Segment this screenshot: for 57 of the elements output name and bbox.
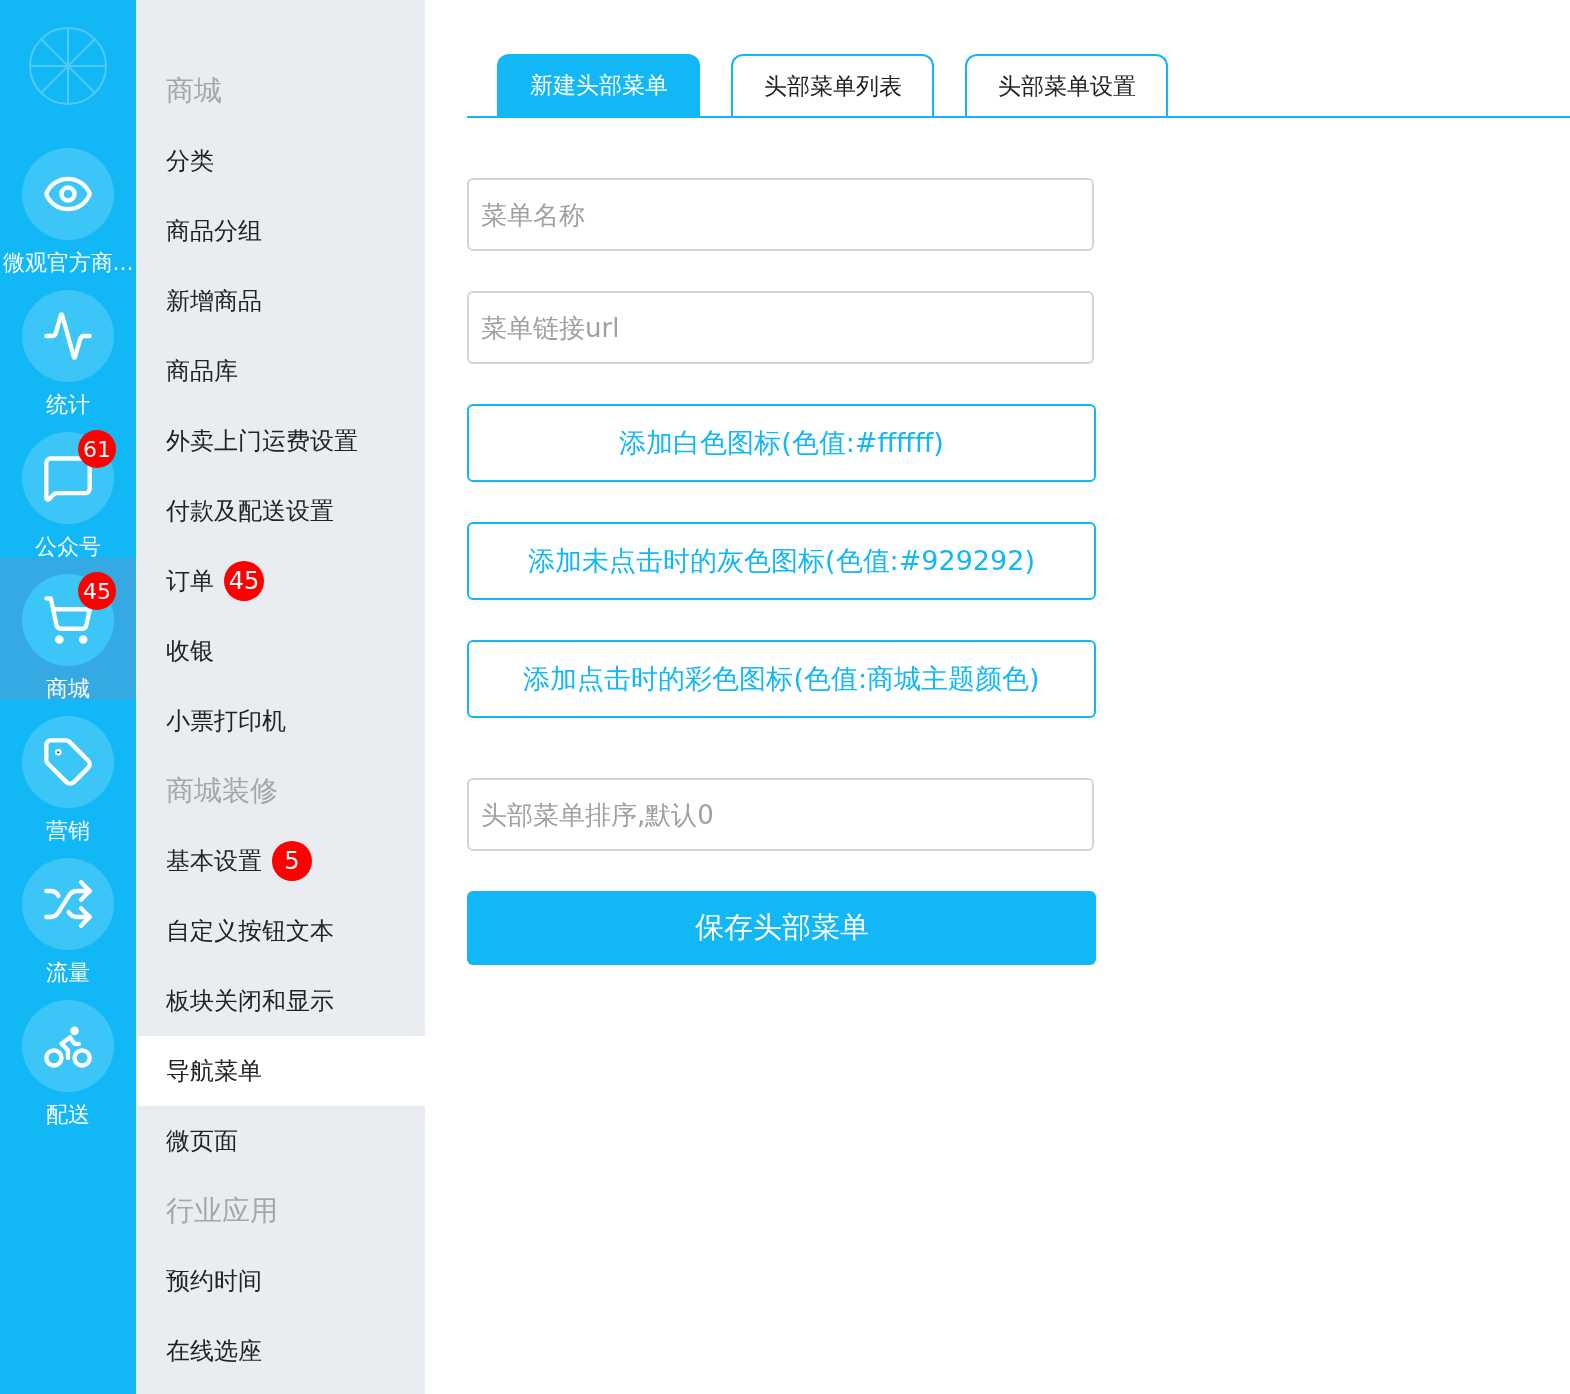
pulse-icon: [42, 310, 94, 362]
shuffle-icon: [42, 878, 94, 930]
menu-item[interactable]: 收银: [136, 616, 425, 686]
menu-item[interactable]: 付款及配送设置: [136, 476, 425, 546]
menu-item[interactable]: 商品库: [136, 336, 425, 406]
rail-item[interactable]: 45 商城: [0, 558, 136, 700]
tag-icon: [42, 736, 94, 788]
menu-item[interactable]: 小票打印机: [136, 686, 425, 756]
wheel-logo-icon: [28, 26, 108, 106]
section-heading: 行业应用: [166, 1193, 278, 1229]
menu-item[interactable]: 外卖上门运费设置: [136, 406, 425, 476]
tab[interactable]: 头部菜单设置: [965, 54, 1168, 116]
rail-item[interactable]: 61 公众号: [0, 416, 136, 558]
text-input-field[interactable]: 菜单名称: [467, 178, 1094, 251]
rail-label: 统计: [46, 394, 90, 416]
section-heading: 商城: [166, 73, 222, 109]
menu-item[interactable]: 自定义按钮文本: [136, 896, 425, 966]
count-badge: 5: [272, 841, 312, 881]
menu-item-label: 收银: [166, 636, 214, 667]
menu-item-label: 分类: [166, 146, 214, 177]
rail-label: 营销: [46, 820, 90, 842]
menu-item-label: 付款及配送设置: [166, 496, 334, 527]
text-input-field[interactable]: 菜单链接url: [467, 291, 1094, 364]
menu-item[interactable]: 新增商品: [136, 266, 425, 336]
rail-label: 流量: [46, 962, 90, 984]
rail-label: 配送: [46, 1104, 90, 1126]
tab[interactable]: 头部菜单列表: [731, 54, 934, 116]
menu-item[interactable]: 分类: [136, 126, 425, 196]
menu-item-label: 小票打印机: [166, 706, 286, 737]
menu-item-label: 订单: [166, 566, 214, 597]
text-input-field[interactable]: 头部菜单排序,默认0: [467, 778, 1094, 851]
menu-item-label: 商品库: [166, 356, 238, 387]
menu-item[interactable]: 微页面: [136, 1106, 425, 1176]
rail-label: 微观官方商...: [2, 252, 134, 274]
menu-item[interactable]: 订单 45: [136, 546, 425, 616]
section-heading: 商城装修: [166, 773, 278, 809]
rail-label: 公众号: [35, 536, 101, 558]
menu-item-label: 导航菜单: [166, 1056, 262, 1087]
menu-item[interactable]: 基本设置 5: [136, 826, 425, 896]
menu-item[interactable]: 在线选座: [136, 1316, 425, 1386]
menu-item-label: 板块关闭和显示: [166, 986, 334, 1017]
count-badge: 61: [78, 430, 116, 468]
menu-item-label: 商品分组: [166, 216, 262, 247]
menu-item[interactable]: 导航菜单: [136, 1036, 425, 1106]
menu-item-label: 预约时间: [166, 1266, 262, 1297]
menu-item[interactable]: 预约时间: [136, 1246, 425, 1316]
menu-item-label: 在线选座: [166, 1336, 262, 1367]
menu-item[interactable]: 商品分组: [136, 196, 425, 266]
menu-item[interactable]: 板块关闭和显示: [136, 966, 425, 1036]
menu-item-label: 外卖上门运费设置: [166, 426, 358, 457]
menu-item-label: 微页面: [166, 1126, 238, 1157]
menu-item-label: 自定义按钮文本: [166, 916, 334, 947]
rail-label: 商城: [46, 678, 90, 700]
count-badge: 45: [224, 561, 264, 601]
menu-item-label: 新增商品: [166, 286, 262, 317]
menu-item-label: 基本设置: [166, 846, 262, 877]
count-badge: 45: [78, 572, 116, 610]
